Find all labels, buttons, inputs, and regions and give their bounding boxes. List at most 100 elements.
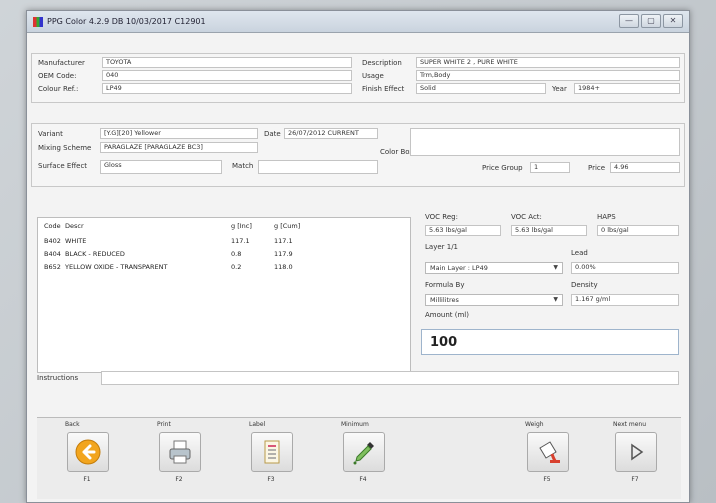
finish-effect-field[interactable]: Solid: [416, 83, 546, 94]
label-icon: [251, 432, 293, 472]
usage-field[interactable]: Trm,Body: [416, 70, 680, 81]
amount-label: Amount (ml): [425, 311, 469, 319]
cell-g-inc: 0.2: [231, 263, 242, 271]
surface-effect-label: Surface Effect: [38, 162, 88, 170]
weigh-can-icon: [527, 432, 569, 472]
cell-g-inc: 0.8: [231, 250, 242, 258]
surface-effect-field[interactable]: Gloss: [100, 160, 222, 174]
cell-descr: WHITE: [65, 237, 87, 245]
header-panel: Manufacturer TOYOTA OEM Code: 040 Colour…: [31, 53, 685, 103]
app-logo-icon: [33, 17, 43, 27]
play-icon: [615, 432, 657, 472]
lead-field[interactable]: 0.00%: [571, 262, 679, 274]
colour-ref-field[interactable]: LP49: [102, 83, 352, 94]
density-label: Density: [571, 281, 598, 289]
instructions-label: Instructions: [37, 374, 79, 382]
weigh-button-label: Weigh: [525, 421, 544, 428]
header-g-cum: g [Cum]: [274, 222, 301, 230]
weigh-button[interactable]: Weigh F5: [521, 418, 573, 488]
density-field[interactable]: 1.167 g/ml: [571, 294, 679, 306]
minimum-button-label: Minimum: [341, 421, 369, 428]
table-row[interactable]: B402 WHITE 117.1 117.1: [38, 237, 410, 248]
usage-label: Usage: [362, 72, 384, 80]
print-key: F2: [175, 476, 183, 483]
voc-act-label: VOC Act:: [511, 213, 542, 221]
cell-g-inc: 117.1: [231, 237, 250, 245]
print-button[interactable]: Print F2: [153, 418, 205, 488]
chevron-down-icon: ▼: [553, 296, 558, 303]
app-window: PPG Color 4.2.9 DB 10/03/2017 C12901 — ▢…: [26, 10, 690, 503]
variant-panel: Variant [Y.G][20] Yellower Date 26/07/20…: [31, 123, 685, 187]
minimum-key: F4: [359, 476, 367, 483]
oem-code-label: OEM Code:: [38, 72, 77, 80]
cell-code: B652: [44, 263, 61, 271]
table-row[interactable]: B404 BLACK - REDUCED 0.8 117.9: [38, 250, 410, 261]
price-group-label: Price Group: [482, 164, 523, 172]
layer-select[interactable]: Main Layer : LP49 ▼: [425, 262, 563, 274]
match-field[interactable]: [258, 160, 378, 174]
voc-reg-field[interactable]: 5.63 lbs/gal: [425, 225, 501, 236]
cell-g-cum: 118.0: [274, 263, 293, 271]
cell-g-cum: 117.9: [274, 250, 293, 258]
voc-reg-label: VOC Reg:: [425, 213, 458, 221]
description-field[interactable]: SUPER WHITE 2 , PURE WHITE: [416, 57, 680, 68]
header-code: Code: [44, 222, 61, 230]
mixing-scheme-label: Mixing Scheme: [38, 144, 92, 152]
window-title: PPG Color 4.2.9 DB 10/03/2017 C12901: [47, 17, 206, 26]
instructions-field[interactable]: [101, 371, 679, 385]
cell-code: B404: [44, 250, 61, 258]
back-key: F1: [83, 476, 91, 483]
back-button[interactable]: Back F1: [61, 418, 113, 488]
description-label: Description: [362, 59, 402, 67]
close-button[interactable]: ✕: [663, 14, 683, 28]
back-button-label: Back: [65, 421, 80, 428]
color-box-field[interactable]: [410, 128, 680, 156]
label-key: F3: [267, 476, 275, 483]
weigh-key: F5: [543, 476, 551, 483]
dropper-icon: [343, 432, 385, 472]
next-menu-button[interactable]: Next menu F7: [609, 418, 661, 488]
cell-g-cum: 117.1: [274, 237, 293, 245]
back-arrow-icon: [67, 432, 109, 472]
layer-select-value: Main Layer : LP49: [430, 264, 488, 272]
color-box-label: Color Box: [380, 148, 414, 156]
mixing-scheme-field[interactable]: PARAGLAZE [PARAGLAZE BC3]: [100, 142, 258, 153]
header-descr: Descr: [65, 222, 84, 230]
formula-by-select[interactable]: Millilitres ▼: [425, 294, 563, 306]
voc-act-field[interactable]: 5.63 lbs/gal: [511, 225, 587, 236]
print-button-label: Print: [157, 421, 171, 428]
manufacturer-label: Manufacturer: [38, 59, 85, 67]
amount-value: 100: [430, 335, 458, 350]
date-field[interactable]: 26/07/2012 CURRENT: [284, 128, 378, 139]
amount-input[interactable]: 100: [421, 329, 679, 355]
cell-descr: BLACK - REDUCED: [65, 250, 125, 258]
cell-code: B402: [44, 237, 61, 245]
year-label: Year: [552, 85, 567, 93]
header-g-inc: g [Inc]: [231, 222, 252, 230]
next-menu-key: F7: [631, 476, 639, 483]
haps-field[interactable]: 0 lbs/gal: [597, 225, 679, 236]
minimum-button[interactable]: Minimum F4: [337, 418, 389, 488]
label-button-label: Label: [249, 421, 266, 428]
chevron-down-icon: ▼: [553, 264, 558, 271]
oem-code-field[interactable]: 040: [102, 70, 352, 81]
table-row[interactable]: B652 YELLOW OXIDE - TRANSPARENT 0.2 118.…: [38, 263, 410, 274]
year-field[interactable]: 1984+: [574, 83, 680, 94]
layer-label: Layer 1/1: [425, 243, 459, 251]
price-field[interactable]: 4.96: [610, 162, 680, 173]
maximize-button[interactable]: ▢: [641, 14, 661, 28]
formula-by-select-value: Millilitres: [430, 296, 459, 304]
function-toolbar: Back F1 Print F2 Label F3 Minimum F4 Wei…: [37, 417, 681, 499]
formula-by-label: Formula By: [425, 281, 465, 289]
variant-field[interactable]: [Y.G][20] Yellower: [100, 128, 258, 139]
price-group-field[interactable]: 1: [530, 162, 570, 173]
title-bar: PPG Color 4.2.9 DB 10/03/2017 C12901 — ▢…: [27, 11, 689, 33]
lead-label: Lead: [571, 249, 588, 257]
label-button[interactable]: Label F3: [245, 418, 297, 488]
printer-icon: [159, 432, 201, 472]
manufacturer-field[interactable]: TOYOTA: [102, 57, 352, 68]
match-label: Match: [232, 162, 254, 170]
minimize-button[interactable]: —: [619, 14, 639, 28]
price-label: Price: [588, 164, 606, 172]
date-label: Date: [264, 130, 281, 138]
